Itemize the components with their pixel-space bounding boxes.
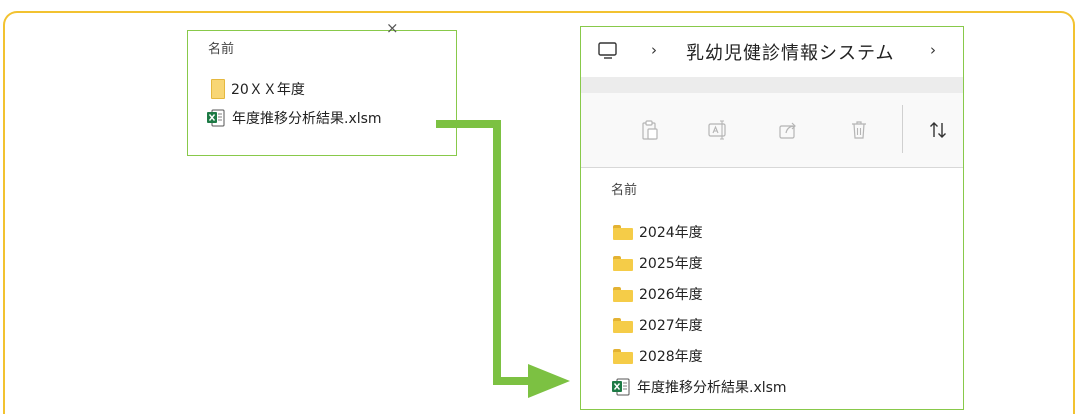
excel-macro-icon: [207, 109, 225, 127]
address-bar: › 乳幼児健診情報システム ›: [581, 27, 963, 77]
list-item-xlsm[interactable]: 年度推移分析結果.xlsm: [206, 108, 382, 128]
source-folder-panel: 名前 20ＸＸ年度 年度推移分析結果.xlsm: [187, 30, 457, 156]
list-item-folder[interactable]: 20ＸＸ年度: [211, 79, 305, 99]
folder-icon: [613, 286, 633, 302]
destination-folder-panel: › 乳幼児健診情報システム › 名前 2024年度 2025年度 2026年度 …: [580, 26, 964, 410]
item-label: 年度推移分析結果.xlsm: [232, 111, 382, 127]
list-item-folder[interactable]: 2025年度: [613, 253, 703, 273]
item-label: 年度推移分析結果.xlsm: [637, 380, 787, 396]
column-header-name[interactable]: 名前: [611, 179, 637, 198]
delete-icon[interactable]: [848, 119, 870, 141]
command-toolbar: [581, 93, 963, 168]
list-item-xlsm[interactable]: 年度推移分析結果.xlsm: [611, 377, 787, 397]
item-label: 20ＸＸ年度: [231, 82, 305, 98]
folder-icon: [211, 79, 225, 99]
folder-icon: [613, 255, 633, 271]
folder-icon: [613, 224, 633, 240]
list-item-folder[interactable]: 2028年度: [613, 346, 703, 366]
list-item-folder[interactable]: 2024年度: [613, 222, 703, 242]
computer-icon[interactable]: [597, 41, 619, 61]
folder-icon: [613, 317, 633, 333]
breadcrumb-separator[interactable]: ›: [651, 41, 657, 59]
item-label: 2025年度: [639, 256, 703, 272]
paste-icon[interactable]: [639, 119, 661, 141]
list-item-folder[interactable]: 2026年度: [613, 284, 703, 304]
item-label: 2028年度: [639, 349, 703, 365]
item-label: 2024年度: [639, 225, 703, 241]
toolbar-separator: [902, 105, 903, 153]
sort-icon[interactable]: [927, 119, 949, 141]
excel-macro-icon: [612, 378, 630, 396]
breadcrumb-separator-trailing[interactable]: ›: [930, 41, 936, 59]
breadcrumb-path[interactable]: 乳幼児健診情報システム: [686, 39, 894, 65]
rename-icon[interactable]: [707, 119, 729, 141]
close-icon[interactable]: ×: [386, 19, 399, 37]
divider: [581, 77, 963, 93]
folder-icon: [613, 348, 633, 364]
item-label: 2026年度: [639, 287, 703, 303]
list-item-folder[interactable]: 2027年度: [613, 315, 703, 335]
share-icon[interactable]: [777, 119, 799, 141]
column-header-name[interactable]: 名前: [208, 38, 234, 57]
item-label: 2027年度: [639, 318, 703, 334]
